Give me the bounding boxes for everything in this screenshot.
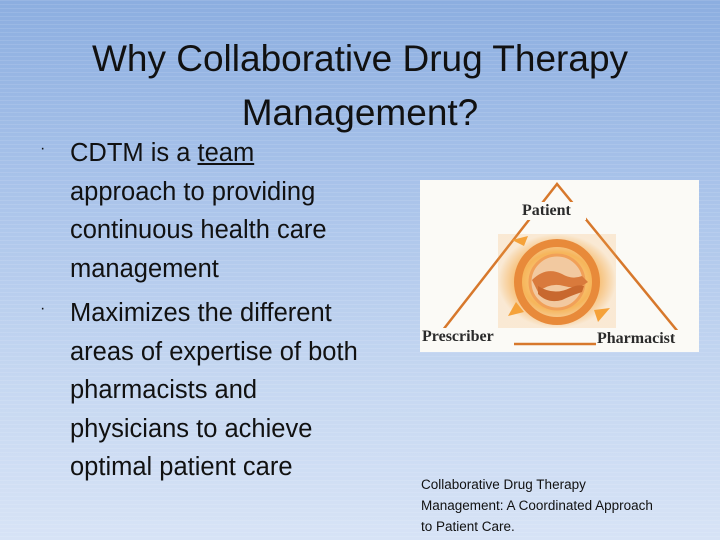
- bullet-text: Maximizes the different areas of experti…: [70, 299, 358, 481]
- pharmacist-label: Pharmacist: [597, 330, 676, 347]
- bullet-marker: ·: [40, 300, 46, 317]
- patient-label: Patient: [522, 202, 571, 219]
- image-caption: Collaborative Drug Therapy Management: A…: [421, 477, 653, 534]
- team-link[interactable]: team: [198, 139, 255, 167]
- bullet-text-pre: CDTM is a: [70, 139, 198, 167]
- slide-title: Why Collaborative Drug Therapy Managemen…: [91, 38, 629, 133]
- bullet-item-cdtm: · CDTM is a team approach to providing c…: [36, 134, 366, 288]
- bullet-list: · CDTM is a team approach to providing c…: [36, 134, 366, 493]
- bullet-marker: ·: [40, 140, 46, 157]
- prescriber-label: Prescriber: [422, 328, 494, 345]
- cdtm-triangle-diagram: Patient Prescriber Pharmacist: [420, 180, 699, 352]
- bullet-item-expertise: · Maximizes the different areas of exper…: [36, 294, 366, 487]
- bullet-text-post: approach to providing continuous health …: [70, 177, 327, 283]
